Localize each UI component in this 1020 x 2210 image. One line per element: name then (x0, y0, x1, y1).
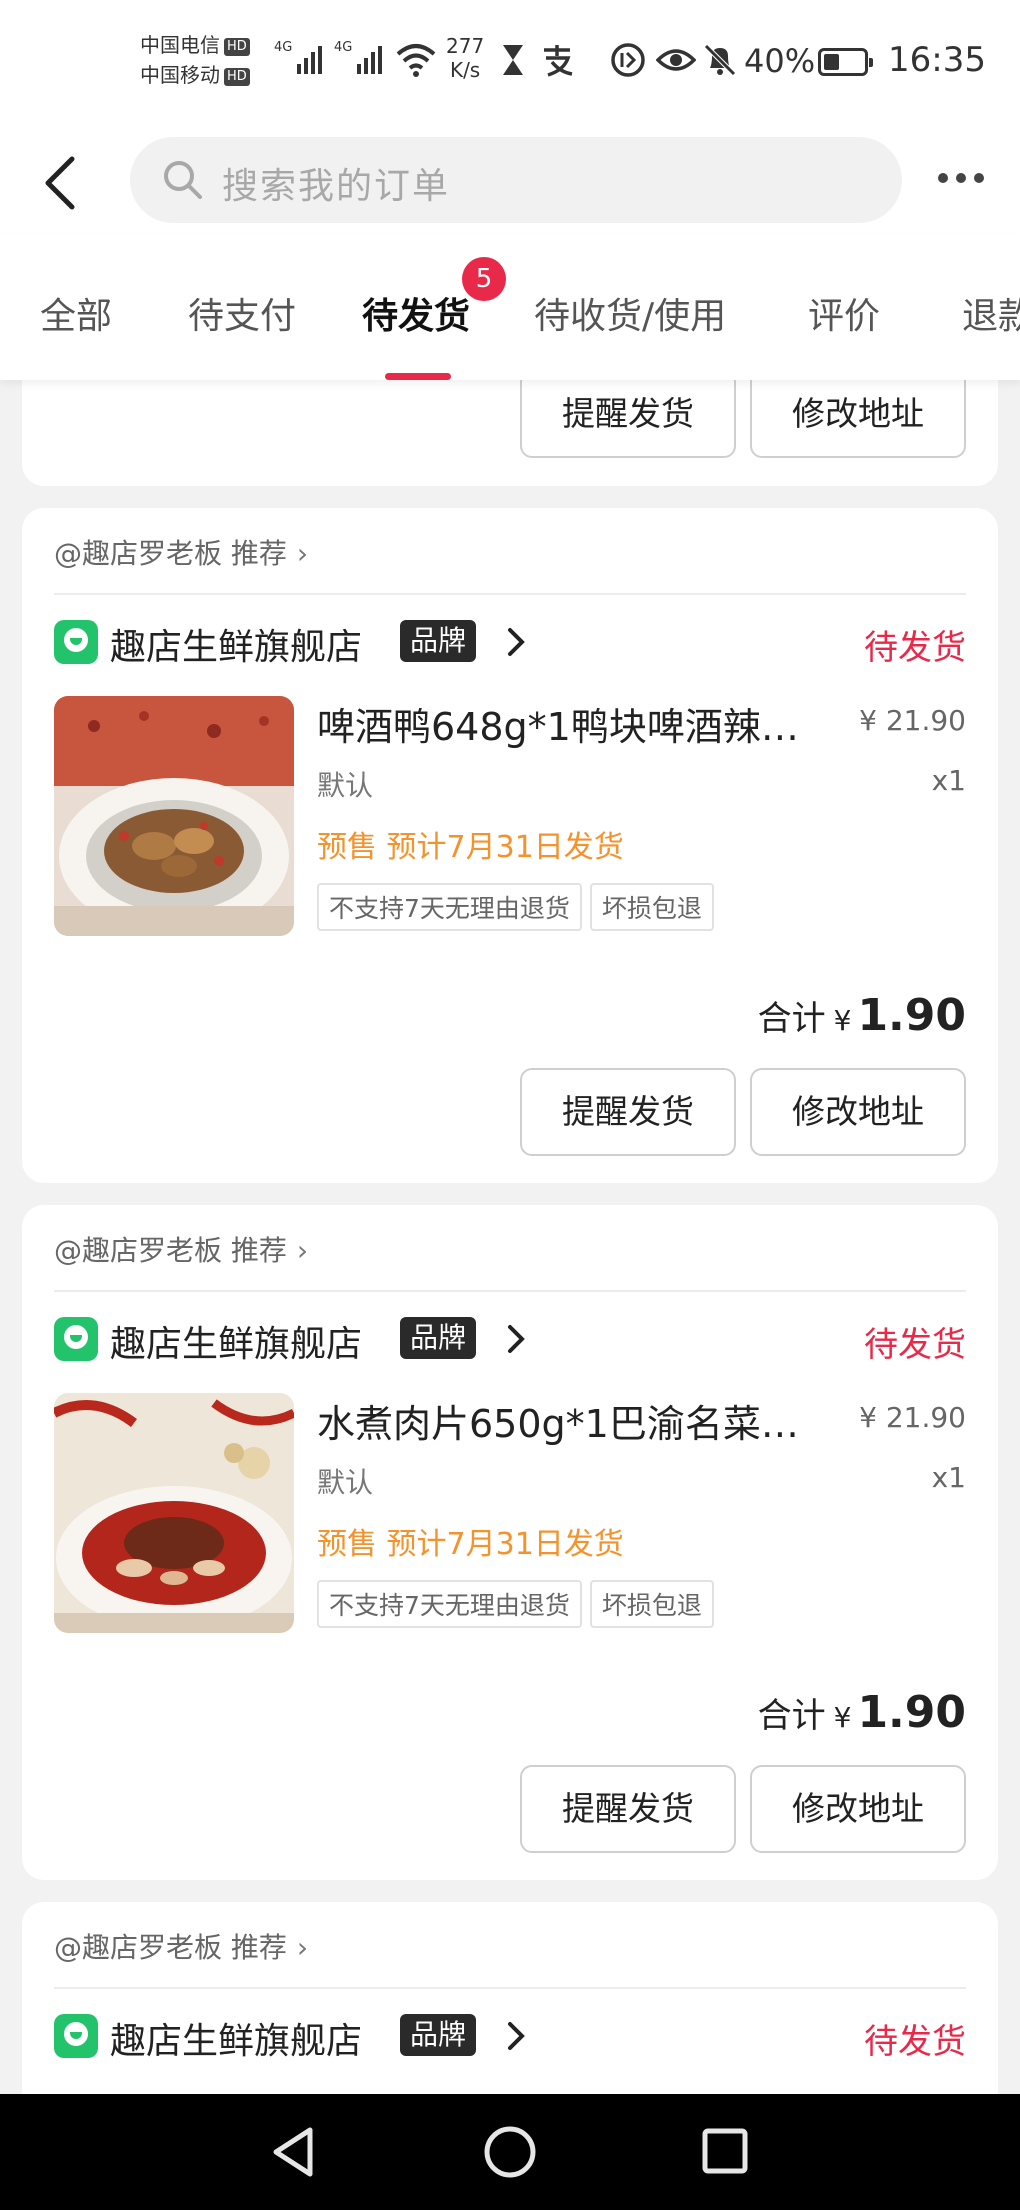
service-tag: 不支持7天无理由退货 (317, 1580, 582, 1628)
product-title[interactable]: 水煮肉片650g*1巴渝名菜半成品 (317, 1393, 827, 1448)
carrier-2: 中国移动 (140, 63, 220, 87)
remind-shipment-button[interactable]: 提醒发货 (520, 1765, 736, 1853)
carrier-1: 中国电信 (140, 33, 220, 57)
hd-badge: HD (224, 67, 250, 86)
network-speed: 277 K/s (446, 34, 485, 82)
search-input[interactable]: 搜索我的订单 (130, 137, 902, 223)
data-saver-icon (611, 43, 645, 77)
order-card: @趣店罗老板 推荐 › 趣店生鲜旗舰店 品牌 待发货 啤酒鸭648g*1鸭块啤酒辣… (22, 508, 998, 1183)
recommender-link[interactable]: @趣店罗老板 推荐 › (54, 532, 308, 572)
chevron-right-icon: › (296, 1234, 309, 1267)
service-tag: 坏损包退 (589, 883, 714, 931)
recents-square-icon[interactable] (700, 2126, 750, 2176)
shop-row[interactable]: 趣店生鲜旗舰店 品牌 待发货 (54, 2012, 966, 2062)
product-price: ¥ 21.90 (859, 1401, 966, 1434)
alipay-icon (544, 45, 573, 77)
order-total: 合计 ¥1.90 (757, 990, 966, 1041)
shop-logo-icon (54, 1317, 98, 1361)
service-tag: 坏损包退 (589, 1580, 714, 1628)
order-status: 待发货 (864, 628, 966, 668)
presale-notice: 预售 预计7月31日发货 (317, 1527, 624, 1562)
order-status: 待发货 (864, 2022, 966, 2062)
change-address-button[interactable]: 修改地址 (750, 1765, 966, 1853)
divider (54, 1987, 966, 1989)
order-status: 待发货 (864, 1325, 966, 1365)
product-quantity: x1 (931, 764, 966, 797)
search-icon (164, 161, 202, 199)
back-arrow-icon[interactable] (40, 153, 80, 213)
chevron-right-icon (508, 628, 525, 656)
product-spec: 默认 (317, 1466, 374, 1499)
chevron-right-icon: › (296, 537, 309, 570)
tab-pending-shipment[interactable]: 待发货 (362, 287, 470, 339)
product-title[interactable]: 啤酒鸭648g*1鸭块啤酒辣卤菜半成品 (317, 696, 827, 751)
recommender-link[interactable]: @趣店罗老板 推荐 › (54, 1926, 308, 1966)
remind-shipment-button[interactable]: 提醒发货 (520, 1068, 736, 1156)
clock: 16:35 (888, 40, 986, 80)
product-image[interactable] (54, 1393, 294, 1633)
status-bar: 中国电信 HD 中国移动 HD 4G 4G 277 K/s 40% 16:35 (0, 0, 1020, 125)
wifi-icon (396, 44, 436, 77)
more-options-icon[interactable] (938, 173, 984, 183)
brand-badge: 品牌 (400, 620, 477, 662)
chevron-right-icon: › (296, 1931, 309, 1964)
mute-icon (704, 44, 736, 76)
battery-percent: 40% (744, 42, 816, 80)
chevron-right-icon (508, 1325, 525, 1353)
divider (54, 1290, 966, 1292)
hd-badge: HD (224, 37, 250, 56)
shop-logo-icon (54, 2014, 98, 2058)
system-nav-bar (0, 2094, 1020, 2210)
tab-review[interactable]: 评价 (808, 287, 880, 339)
shop-row[interactable]: 趣店生鲜旗舰店 品牌 待发货 (54, 1315, 966, 1365)
product-price: ¥ 21.90 (859, 704, 966, 737)
recommender-link[interactable]: @趣店罗老板 推荐 › (54, 1229, 308, 1269)
shop-name: 趣店生鲜旗舰店 (110, 2021, 363, 2062)
brand-badge: 品牌 (400, 1317, 477, 1359)
hourglass-icon (503, 45, 523, 75)
signal-icon: 4G (274, 40, 323, 74)
service-tag: 不支持7天无理由退货 (317, 883, 582, 931)
product-spec: 默认 (317, 769, 374, 802)
service-tags: 不支持7天无理由退货 坏损包退 (317, 1580, 714, 1628)
presale-notice: 预售 预计7月31日发货 (317, 830, 624, 865)
divider (54, 593, 966, 595)
carrier-info: 中国电信 HD 中国移动 HD (140, 30, 250, 90)
tab-pending-payment[interactable]: 待支付 (188, 287, 296, 339)
change-address-button[interactable]: 修改地址 (750, 1068, 966, 1156)
product-quantity: x1 (931, 1461, 966, 1494)
eye-icon (656, 49, 696, 71)
order-tabs: 全部 待支付 待发货 5 待收货/使用 评价 退款 (0, 235, 1020, 380)
chevron-right-icon (508, 2022, 525, 2050)
change-address-button[interactable]: 修改地址 (750, 370, 966, 458)
product-image[interactable] (54, 696, 294, 936)
back-triangle-icon[interactable] (268, 2124, 318, 2180)
tab-badge: 5 (462, 257, 506, 301)
tab-all[interactable]: 全部 (40, 287, 112, 339)
order-total: 合计 ¥1.90 (757, 1687, 966, 1738)
battery-icon (818, 48, 873, 76)
shop-name: 趣店生鲜旗舰店 (110, 627, 363, 668)
brand-badge: 品牌 (400, 2014, 477, 2056)
order-card: @趣店罗老板 推荐 › 趣店生鲜旗舰店 品牌 待发货 水煮肉片650g*1巴渝名菜… (22, 1205, 998, 1880)
shop-logo-icon (54, 620, 98, 664)
remind-shipment-button[interactable]: 提醒发货 (520, 370, 736, 458)
search-placeholder: 搜索我的订单 (222, 166, 451, 207)
shop-row[interactable]: 趣店生鲜旗舰店 品牌 待发货 (54, 618, 966, 668)
active-tab-indicator (385, 373, 451, 380)
tab-pending-receipt[interactable]: 待收货/使用 (534, 287, 726, 339)
service-tags: 不支持7天无理由退货 坏损包退 (317, 883, 714, 931)
tab-refund[interactable]: 退款 (962, 287, 1020, 339)
signal-icon: 4G (334, 40, 383, 74)
shop-name: 趣店生鲜旗舰店 (110, 1324, 363, 1365)
app-header: 搜索我的订单 (0, 125, 1020, 235)
home-circle-icon[interactable] (482, 2124, 538, 2180)
